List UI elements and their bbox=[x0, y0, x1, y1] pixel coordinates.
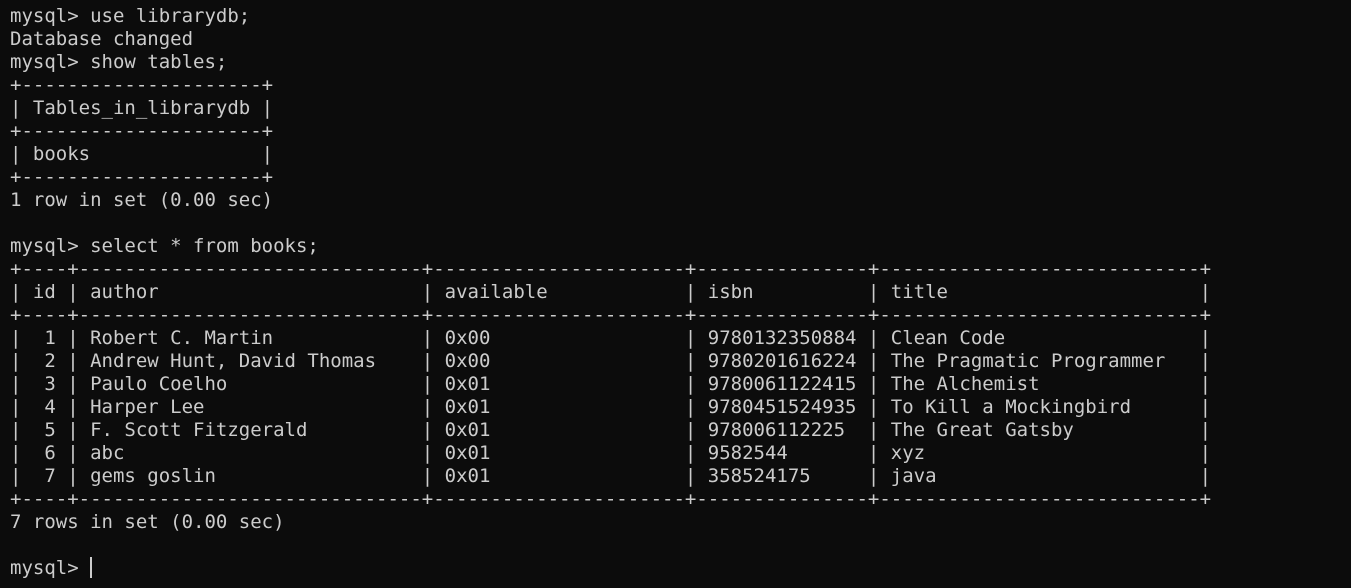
table-header-row: | Tables_in_librarydb | bbox=[10, 97, 274, 119]
table-row: | 2 | Andrew Hunt, David Thomas | 0x00 |… bbox=[10, 350, 1212, 372]
text-cursor bbox=[90, 557, 93, 578]
output-database-changed: Database changed bbox=[10, 28, 194, 50]
table-header-row: | id | author | available | isbn | title… bbox=[10, 281, 1212, 303]
table-row: | 3 | Paulo Coelho | 0x01 | 978006112241… bbox=[10, 373, 1212, 395]
table-border: +----+------------------------------+---… bbox=[10, 258, 1212, 280]
table-row: | 5 | F. Scott Fitzgerald | 0x01 | 97800… bbox=[10, 419, 1212, 441]
table-row: | 6 | abc | 0x01 | 9582544 | xyz | bbox=[10, 442, 1212, 464]
table-border: +----+------------------------------+---… bbox=[10, 304, 1212, 326]
output-row-count: 7 rows in set (0.00 sec) bbox=[10, 511, 285, 533]
table-border: +----+------------------------------+---… bbox=[10, 488, 1212, 510]
command-line-show-tables: mysql> show tables; bbox=[10, 51, 228, 73]
table-border: +---------------------+ bbox=[10, 74, 274, 96]
table-border: +---------------------+ bbox=[10, 166, 274, 188]
table-border: +---------------------+ bbox=[10, 120, 274, 142]
table-row: | 4 | Harper Lee | 0x01 | 9780451524935 … bbox=[10, 396, 1212, 418]
command-line-select-books: mysql> select * from books; bbox=[10, 235, 319, 257]
table-row: | books | bbox=[10, 143, 274, 165]
active-prompt-line[interactable]: mysql> bbox=[10, 557, 1351, 580]
table-row: | 7 | gems goslin | 0x01 | 358524175 | j… bbox=[10, 465, 1212, 487]
output-row-count: 1 row in set (0.00 sec) bbox=[10, 189, 274, 211]
command-line-use-db: mysql> use librarydb; bbox=[10, 5, 251, 27]
terminal-window[interactable]: mysql> use librarydb; Database changed m… bbox=[0, 0, 1351, 588]
prompt-text: mysql> bbox=[10, 557, 91, 579]
table-row: | 1 | Robert C. Martin | 0x00 | 97801323… bbox=[10, 327, 1212, 349]
